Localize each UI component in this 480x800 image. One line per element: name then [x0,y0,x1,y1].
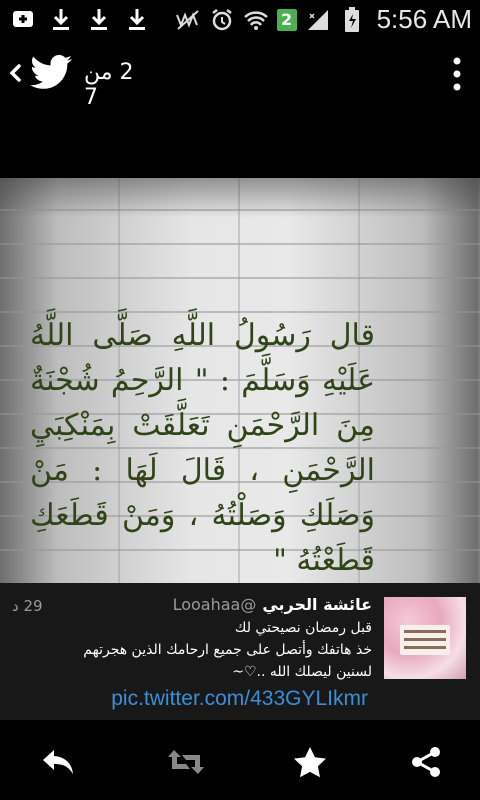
author-name: عائشة الحربي [262,595,372,614]
clock: 5:56 AM [376,4,472,34]
download-icon [86,6,112,32]
wifi-icon [243,7,269,33]
favorite-icon[interactable] [290,742,330,782]
image-quote-text: قال رَسُولُ اللَّهِ صَلَّى اللَّهُ عَلَي… [30,318,375,578]
image-shadow [0,178,480,218]
add-icon [10,6,36,32]
alarm-icon [209,7,235,33]
thumbnail-card [400,625,450,655]
image-counter: 2 من 7 [84,60,134,110]
overflow-menu-icon[interactable] [452,56,462,92]
battery-icon [339,6,365,33]
tweet-line: قبل رمضان نصيحتي لك [234,620,372,636]
tweet-text: قبل رمضان نصيحتي لك خذ هاتفك وأتصل على ج… [12,617,372,683]
tweet-author[interactable]: عائشة الحربي @Looahaa [173,595,372,614]
tweet-card[interactable]: عائشة الحربي @Looahaa 29 د قبل رمضان نصيح… [0,583,480,720]
status-bar: 2 5:56 AM [0,0,480,38]
tweet-image[interactable]: قال رَسُولُ اللَّهِ صَلَّى اللَّهُ عَلَي… [0,178,480,583]
tweet-line: لسنين ليصلك الله ..♡~ [232,664,372,680]
tweet-thumbnail[interactable] [384,597,466,679]
twitter-bird-icon[interactable] [30,54,74,92]
tweet-line: خذ هاتفك وأتصل على جميع ارحامك الذين هجر… [83,642,372,658]
back-chevron-icon[interactable] [6,60,24,86]
download-icon [124,6,150,32]
no-signal-icon [175,7,201,33]
action-bar: 2 من 7 [0,38,480,110]
tweet-timestamp: 29 د [12,597,43,615]
reply-icon[interactable] [38,742,78,782]
author-handle: @Looahaa [172,595,257,614]
retweet-icon[interactable] [166,742,206,782]
tweet-media-link[interactable]: pic.twitter.com/433GYLIkmr [111,687,368,711]
bottom-action-bar [0,720,480,800]
share-icon[interactable] [406,742,446,782]
signal-icon [305,7,331,33]
download-icon [48,6,74,32]
notification-count-badge: 2 [276,8,297,31]
